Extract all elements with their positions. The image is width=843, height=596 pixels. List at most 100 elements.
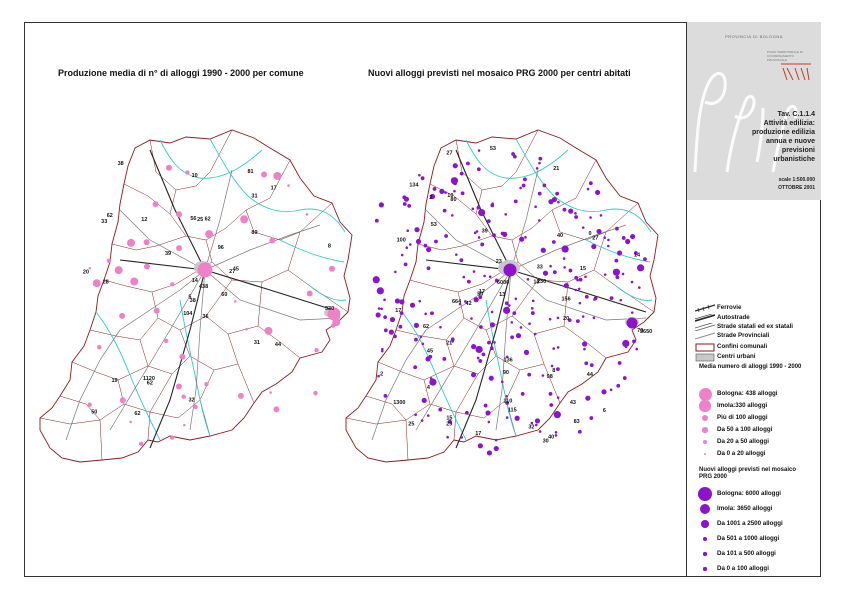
scale-block: scale 1:500.000 OTTOBRE 2001 (695, 176, 815, 192)
new-housing-circle (513, 199, 518, 204)
new-housing-circle (510, 335, 515, 340)
map-number-label: 83 (574, 419, 580, 425)
new-housing-circle (584, 361, 589, 366)
purple-legend-circle (701, 520, 709, 528)
boundary-legend-icon (695, 343, 715, 352)
new-housing-circle (429, 378, 437, 386)
new-housing-circle (487, 340, 491, 345)
new-housing-circle (487, 420, 491, 424)
new-housing-circle (494, 438, 498, 442)
pink-legend-circle (703, 452, 707, 456)
purple-legend-circle (702, 536, 708, 542)
new-housing-circle (492, 233, 496, 238)
new-housing-circle (549, 264, 552, 268)
pink-legend-circle (702, 427, 708, 433)
new-legend-label: Da 0 a 100 alloggi (717, 565, 769, 572)
map-number-label: 29 (446, 421, 452, 427)
new-housing-circle (582, 341, 588, 347)
new-housing-circle (460, 191, 465, 196)
new-housing-circle (511, 152, 515, 156)
new-housing-circle (478, 325, 483, 329)
new-housing-circle (414, 227, 420, 233)
sidebar: PROVINCIA DI BOLOGNA PIANO TERRITORIALE … (686, 22, 821, 577)
new-housing-circle (614, 258, 619, 263)
new-housing-circle (524, 236, 527, 239)
new-housing-circle (556, 396, 560, 399)
plate-subject-3: annua e nuove (765, 138, 815, 145)
new-housing-circle (574, 215, 579, 219)
rail-legend-label: Ferrovie (717, 304, 742, 311)
new-housing-circle (394, 270, 397, 274)
new-housing-circle (534, 418, 541, 424)
new-housing-circle (383, 328, 388, 333)
new-housing-circle (470, 372, 477, 378)
new-housing-circle (450, 177, 459, 185)
new-housing-circle (534, 205, 537, 209)
new-housing-circle (486, 450, 493, 456)
boundary-legend-label: Confini comunali (717, 343, 768, 350)
new-housing-circle (530, 307, 534, 310)
map-number-label: 17 (395, 308, 401, 314)
new-housing-circle (520, 392, 525, 396)
new-housing-circle (556, 367, 560, 372)
new-housing-circle (400, 253, 404, 257)
new-housing-circle (556, 316, 560, 320)
plate-subject-5: urbanistiche (773, 156, 815, 163)
new-housing-circle (372, 276, 380, 284)
new-housing-circle (402, 202, 407, 206)
new-housing-circle (466, 161, 470, 166)
map-number-label: 115 (508, 407, 517, 413)
new-housing-circle (446, 435, 449, 439)
new-housing-circle (471, 344, 477, 350)
new-housing-circle (589, 416, 594, 420)
avg-legend-label: Bologna: 438 alloggi (717, 390, 778, 397)
avg-legend-label: Più di 100 alloggi (717, 414, 768, 421)
new-housing-circle (374, 218, 379, 223)
map-number-label: 70 (637, 328, 643, 334)
new-housing-circle (418, 299, 422, 303)
pink-legend-circle (703, 440, 707, 444)
purple-legend-circle (698, 487, 712, 501)
new-housing-circle (426, 266, 431, 271)
new-housing-circle (407, 203, 412, 208)
provincial-road-legend-label: Strade Provinciali (717, 332, 770, 339)
new-housing-circle (510, 321, 514, 324)
new-housing-circle (556, 346, 560, 349)
new-housing-circle (389, 316, 396, 323)
new-housing-circle (612, 268, 620, 276)
new-housing-circle (403, 262, 408, 267)
new-housing-circle (398, 324, 403, 329)
new-housing-circle (408, 243, 412, 246)
new-housing-circle (537, 219, 541, 222)
new-housing-circle (459, 171, 464, 176)
new-legend-label: Imola: 3650 alloggi (717, 505, 773, 512)
new-housing-circle (621, 272, 625, 276)
new-housing-circle (554, 434, 558, 437)
new-housing-circle (594, 189, 601, 196)
new-legend-label: Da 1001 a 2500 alloggi (717, 520, 783, 527)
new-housing-circle (523, 349, 530, 355)
plate-subject-2: produzione edilizia (751, 129, 815, 136)
new-housing-circle (535, 167, 539, 170)
new-housing-circle (475, 345, 483, 354)
avg-legend-title: Media numero di alloggi 1990 - 2000 (699, 364, 802, 370)
new-housing-circle (563, 283, 569, 289)
new-housing-circle (378, 202, 384, 208)
map-number-label: 45 (427, 348, 433, 354)
new-housing-circle (609, 296, 614, 301)
map-number-label: 53 (431, 222, 437, 228)
new-housing-circle (637, 286, 641, 289)
new-housing-circle (593, 298, 596, 301)
new-housing-circle (477, 236, 481, 239)
map-number-label: 40 (557, 233, 563, 239)
motorway-legend-label: Autostrade (717, 314, 750, 321)
new-housing-circle (543, 249, 546, 253)
new-housing-circle (538, 430, 542, 433)
new-housing-circle (399, 299, 405, 305)
new-housing-circle (583, 347, 586, 351)
new-housing-circle (413, 365, 418, 370)
new-housing-circle (581, 315, 585, 318)
map-number-label: 50 (477, 292, 483, 298)
new-housing-circle (527, 372, 532, 377)
map-number-label: 23 (496, 259, 502, 265)
